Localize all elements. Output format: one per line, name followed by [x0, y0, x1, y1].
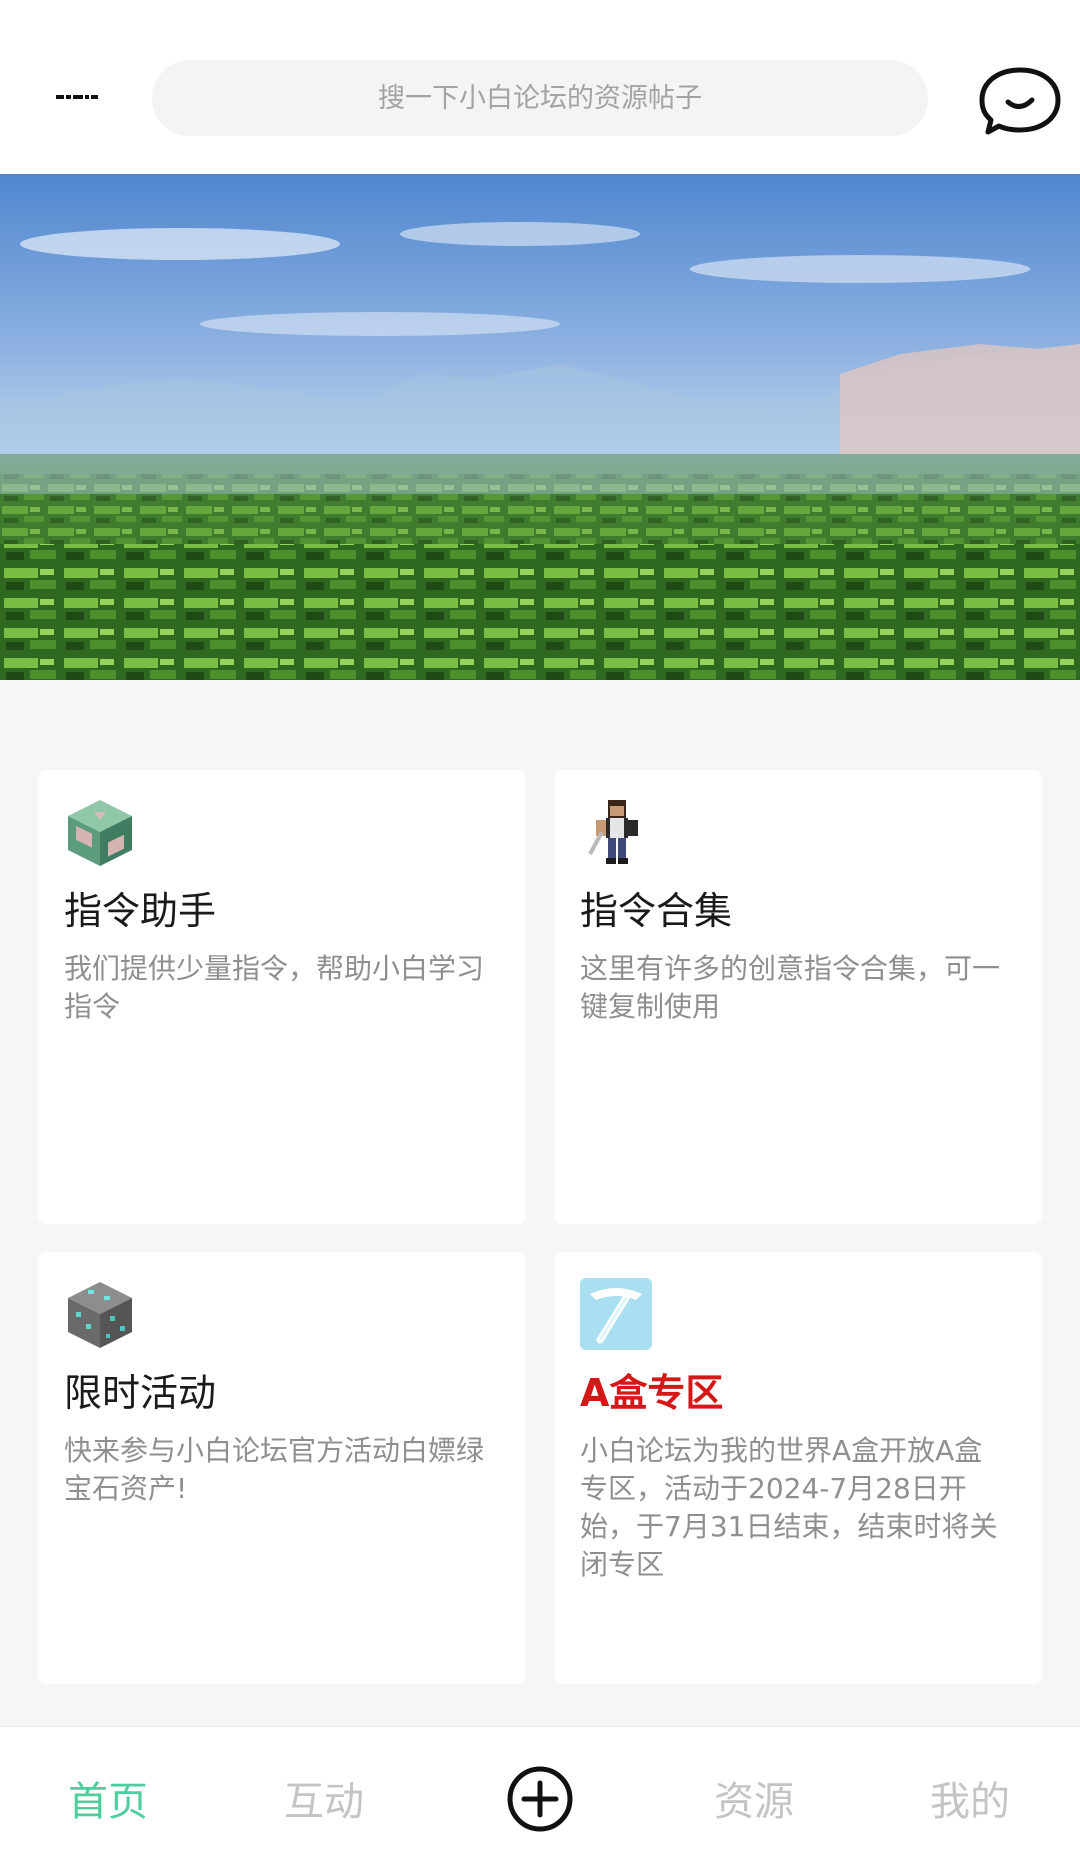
search-input[interactable]: [152, 60, 928, 136]
card-a-box-zone[interactable]: A盒专区 小白论坛为我的世界A盒开放A盒专区，活动于2024-7月28日开始，于…: [554, 1252, 1042, 1684]
card-title: 指令合集: [580, 889, 733, 933]
diamond-pickaxe-icon: [580, 1278, 652, 1350]
minecraft-landscape-image: [0, 174, 1080, 680]
card-description: 我们提供少量指令，帮助小白学习指令: [64, 952, 485, 1023]
card-title: 限时活动: [64, 1371, 217, 1415]
app-logo[interactable]: [56, 94, 98, 100]
nav-interaction[interactable]: 互动: [284, 1769, 364, 1827]
card-title: A盒专区: [580, 1371, 724, 1415]
command-block-icon: [68, 800, 132, 866]
card-description: 快来参与小白论坛官方活动白嫖绿宝石资产!: [64, 1434, 485, 1505]
card-title: 指令助手: [64, 889, 217, 933]
card-limited-event[interactable]: 限时活动 快来参与小白论坛官方活动白嫖绿宝石资产!: [38, 1252, 526, 1684]
banner-image[interactable]: [0, 174, 1080, 680]
diamond-ore-icon: [68, 1282, 132, 1348]
minecraft-character-icon: [588, 800, 638, 864]
top-bar: [0, 0, 1080, 174]
card-description: 这里有许多的创意指令合集，可一键复制使用: [580, 952, 1001, 1023]
card-command-helper[interactable]: 指令助手 我们提供少量指令，帮助小白学习指令: [38, 770, 526, 1224]
nav-mine[interactable]: 我的: [930, 1769, 1010, 1827]
bottom-navigation: 首页 互动 资源 我的: [0, 1726, 1080, 1867]
card-command-collection[interactable]: 指令合集 这里有许多的创意指令合集，可一键复制使用: [554, 770, 1042, 1224]
nav-home[interactable]: 首页: [68, 1769, 148, 1827]
card-description: 小白论坛为我的世界A盒开放A盒专区，活动于2024-7月28日开始，于7月31日…: [580, 1434, 998, 1581]
nav-resources[interactable]: 资源: [714, 1769, 794, 1827]
plus-circle-icon[interactable]: [506, 1765, 574, 1833]
message-bubble-icon[interactable]: [970, 64, 1070, 136]
